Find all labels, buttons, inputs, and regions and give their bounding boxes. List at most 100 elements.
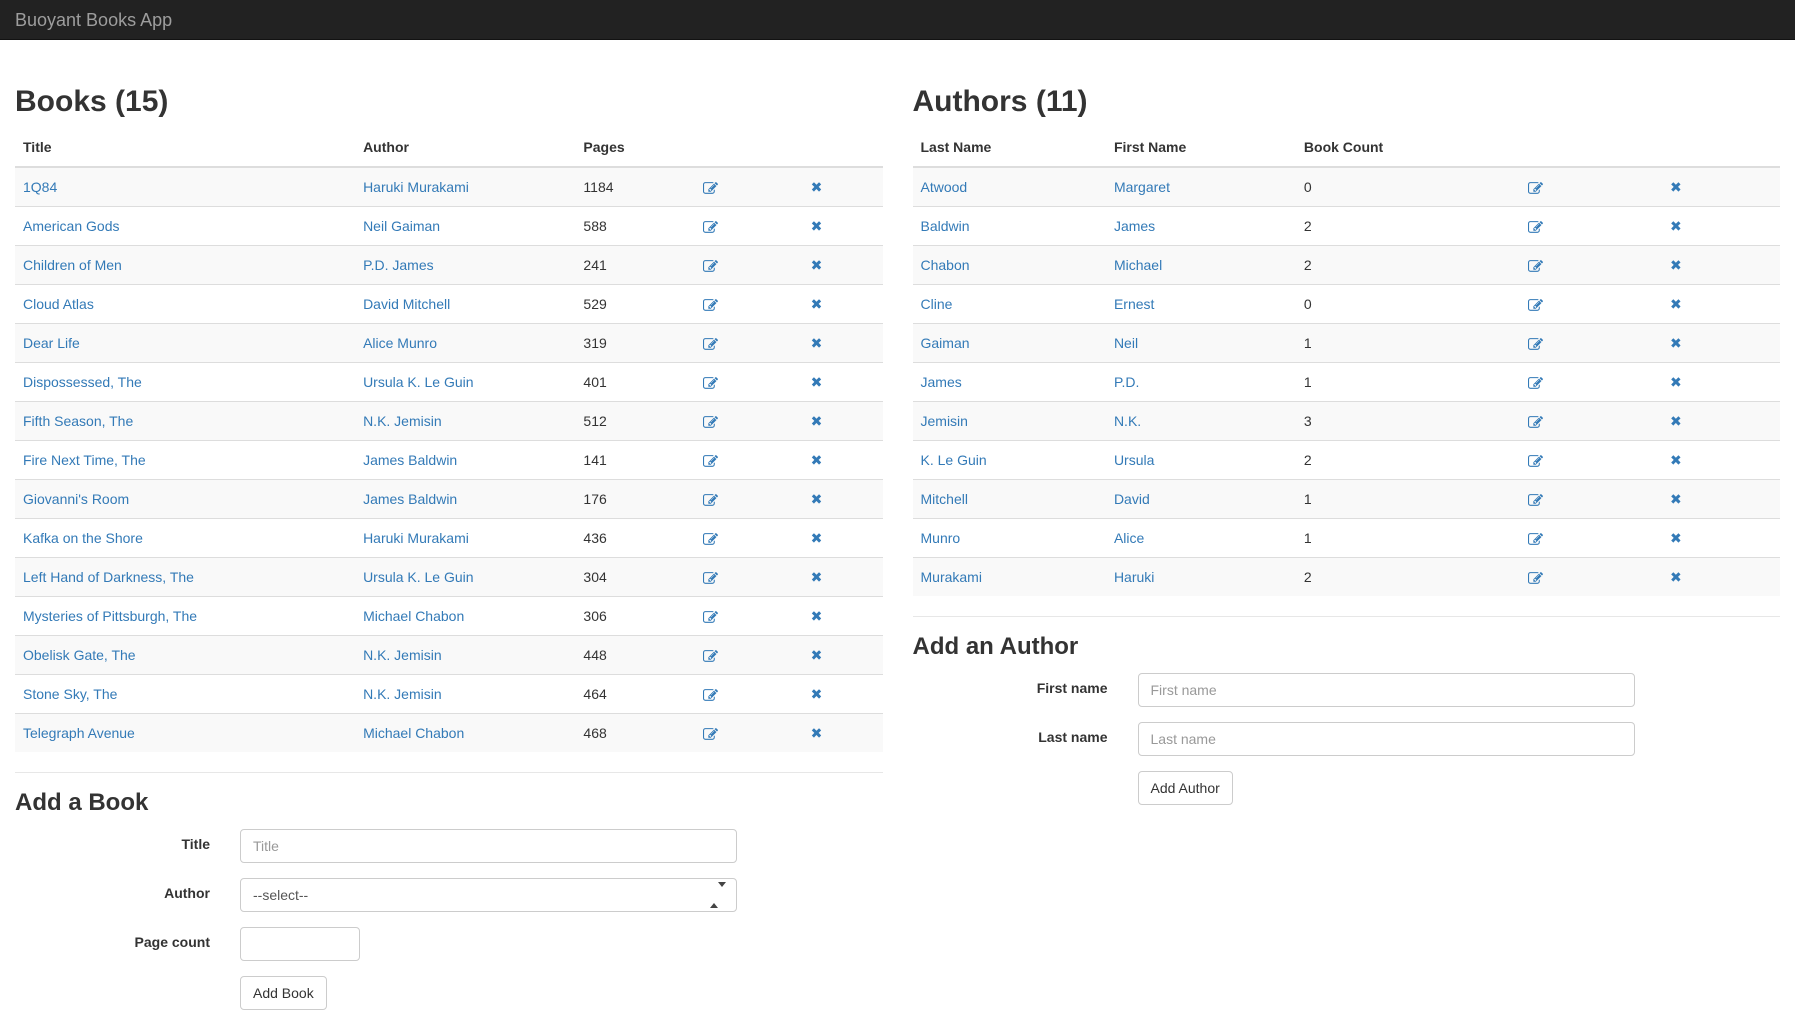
delete-author-button[interactable]: ✖ xyxy=(1670,333,1682,353)
edit-book-button[interactable] xyxy=(703,688,718,703)
delete-book-button[interactable]: ✖ xyxy=(811,255,823,275)
edit-author-button[interactable] xyxy=(1528,571,1543,586)
delete-author-button[interactable]: ✖ xyxy=(1670,489,1682,509)
book-author-link[interactable]: Ursula K. Le Guin xyxy=(363,569,474,585)
author-firstname-link[interactable]: Neil xyxy=(1114,335,1138,351)
book-title-link[interactable]: American Gods xyxy=(23,218,119,234)
delete-book-button[interactable]: ✖ xyxy=(811,333,823,353)
edit-book-button[interactable] xyxy=(703,298,718,313)
add-book-button[interactable]: Add Book xyxy=(240,976,327,1010)
book-pagecount-input[interactable] xyxy=(240,927,360,961)
author-lastname-link[interactable]: James xyxy=(921,374,962,390)
edit-author-button[interactable] xyxy=(1528,376,1543,391)
edit-author-button[interactable] xyxy=(1528,493,1543,508)
delete-author-button[interactable]: ✖ xyxy=(1670,567,1682,587)
author-lastname-link[interactable]: Murakami xyxy=(921,569,982,585)
delete-book-button[interactable]: ✖ xyxy=(811,489,823,509)
book-title-link[interactable]: 1Q84 xyxy=(23,179,57,195)
book-author-link[interactable]: N.K. Jemisin xyxy=(363,413,442,429)
delete-author-button[interactable]: ✖ xyxy=(1670,255,1682,275)
author-firstname-link[interactable]: Ernest xyxy=(1114,296,1154,312)
author-lastname-link[interactable]: Baldwin xyxy=(921,218,970,234)
delete-author-button[interactable]: ✖ xyxy=(1670,528,1682,548)
book-author-link[interactable]: P.D. James xyxy=(363,257,434,273)
book-author-link[interactable]: Haruki Murakami xyxy=(363,179,469,195)
book-author-link[interactable]: David Mitchell xyxy=(363,296,450,312)
edit-book-button[interactable] xyxy=(703,532,718,547)
book-author-select[interactable]: --select-- xyxy=(240,878,737,912)
edit-book-button[interactable] xyxy=(703,571,718,586)
edit-author-button[interactable] xyxy=(1528,454,1543,469)
edit-book-button[interactable] xyxy=(703,220,718,235)
edit-book-button[interactable] xyxy=(703,493,718,508)
edit-author-button[interactable] xyxy=(1528,298,1543,313)
book-author-link[interactable]: James Baldwin xyxy=(363,491,457,507)
book-author-link[interactable]: Michael Chabon xyxy=(363,608,464,624)
edit-book-button[interactable] xyxy=(703,259,718,274)
book-title-link[interactable]: Cloud Atlas xyxy=(23,296,94,312)
delete-book-button[interactable]: ✖ xyxy=(811,177,823,197)
book-author-link[interactable]: Alice Munro xyxy=(363,335,437,351)
delete-book-button[interactable]: ✖ xyxy=(811,372,823,392)
author-firstname-link[interactable]: Haruki xyxy=(1114,569,1154,585)
author-firstname-link[interactable]: Ursula xyxy=(1114,452,1154,468)
delete-book-button[interactable]: ✖ xyxy=(811,684,823,704)
author-lastname-link[interactable]: Jemisin xyxy=(921,413,968,429)
author-lastname-link[interactable]: Cline xyxy=(921,296,953,312)
edit-book-button[interactable] xyxy=(703,337,718,352)
author-firstname-link[interactable]: Michael xyxy=(1114,257,1162,273)
book-title-link[interactable]: Obelisk Gate, The xyxy=(23,647,136,663)
book-title-input[interactable] xyxy=(240,829,737,863)
book-title-link[interactable]: Dispossessed, The xyxy=(23,374,142,390)
edit-author-button[interactable] xyxy=(1528,181,1543,196)
edit-book-button[interactable] xyxy=(703,727,718,742)
book-author-link[interactable]: James Baldwin xyxy=(363,452,457,468)
delete-book-button[interactable]: ✖ xyxy=(811,528,823,548)
book-author-link[interactable]: Ursula K. Le Guin xyxy=(363,374,474,390)
author-firstname-link[interactable]: N.K. xyxy=(1114,413,1141,429)
delete-book-button[interactable]: ✖ xyxy=(811,411,823,431)
book-title-link[interactable]: Mysteries of Pittsburgh, The xyxy=(23,608,197,624)
edit-author-button[interactable] xyxy=(1528,220,1543,235)
navbar-brand[interactable]: Buoyant Books App xyxy=(0,0,187,40)
book-author-link[interactable]: Michael Chabon xyxy=(363,725,464,741)
edit-author-button[interactable] xyxy=(1528,415,1543,430)
author-lastname-link[interactable]: Atwood xyxy=(921,179,968,195)
delete-book-button[interactable]: ✖ xyxy=(811,723,823,743)
book-author-link[interactable]: N.K. Jemisin xyxy=(363,686,442,702)
author-lastname-link[interactable]: K. Le Guin xyxy=(921,452,987,468)
edit-book-button[interactable] xyxy=(703,454,718,469)
book-author-link[interactable]: Haruki Murakami xyxy=(363,530,469,546)
delete-book-button[interactable]: ✖ xyxy=(811,294,823,314)
delete-book-button[interactable]: ✖ xyxy=(811,450,823,470)
book-title-link[interactable]: Fire Next Time, The xyxy=(23,452,146,468)
author-firstname-link[interactable]: David xyxy=(1114,491,1150,507)
book-title-link[interactable]: Giovanni's Room xyxy=(23,491,129,507)
edit-book-button[interactable] xyxy=(703,181,718,196)
delete-book-button[interactable]: ✖ xyxy=(811,567,823,587)
book-title-link[interactable]: Stone Sky, The xyxy=(23,686,117,702)
edit-author-button[interactable] xyxy=(1528,532,1543,547)
author-lastname-link[interactable]: Gaiman xyxy=(921,335,970,351)
edit-author-button[interactable] xyxy=(1528,259,1543,274)
edit-book-button[interactable] xyxy=(703,376,718,391)
author-firstname-link[interactable]: Margaret xyxy=(1114,179,1170,195)
edit-book-button[interactable] xyxy=(703,649,718,664)
book-author-link[interactable]: Neil Gaiman xyxy=(363,218,440,234)
book-title-link[interactable]: Kafka on the Shore xyxy=(23,530,143,546)
book-title-link[interactable]: Dear Life xyxy=(23,335,80,351)
edit-book-button[interactable] xyxy=(703,610,718,625)
author-lastname-link[interactable]: Chabon xyxy=(921,257,970,273)
delete-author-button[interactable]: ✖ xyxy=(1670,294,1682,314)
delete-book-button[interactable]: ✖ xyxy=(811,216,823,236)
author-lastname-link[interactable]: Munro xyxy=(921,530,961,546)
book-author-link[interactable]: N.K. Jemisin xyxy=(363,647,442,663)
author-lastname-link[interactable]: Mitchell xyxy=(921,491,968,507)
book-title-link[interactable]: Children of Men xyxy=(23,257,122,273)
first-name-input[interactable] xyxy=(1138,673,1635,707)
delete-author-button[interactable]: ✖ xyxy=(1670,216,1682,236)
delete-book-button[interactable]: ✖ xyxy=(811,606,823,626)
author-firstname-link[interactable]: P.D. xyxy=(1114,374,1139,390)
delete-author-button[interactable]: ✖ xyxy=(1670,372,1682,392)
edit-author-button[interactable] xyxy=(1528,337,1543,352)
